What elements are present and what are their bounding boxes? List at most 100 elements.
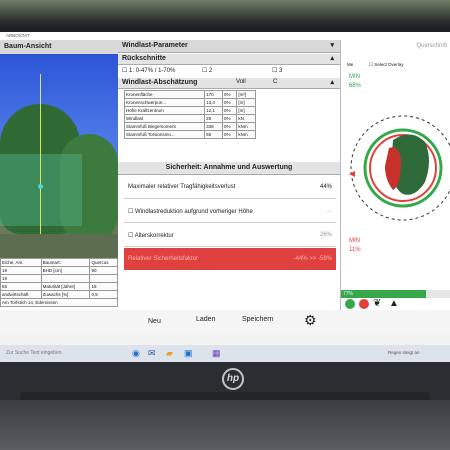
safety-result-bar: Relativer Sicherheitsfaktor -44% >> -58% — [124, 248, 336, 270]
option-label: 2 — [209, 68, 213, 74]
tree-view-panel: Baum-Ansicht Eiche, Am. Baumart: Quercus… — [0, 40, 119, 310]
mail-icon[interactable]: ✉ — [148, 348, 156, 359]
param-value[interactable]: 28 — [204, 114, 223, 123]
param-unit: kNm — [236, 122, 256, 131]
details-cell: andwirtschaft — [0, 290, 42, 299]
action-bar: Neu Laden Speichern ⚙ — [118, 310, 340, 332]
cross-section-panel: Querschnitt Me ☐ Select Overlay MIN 68% … — [340, 40, 450, 310]
direction-arrow-icon — [349, 171, 355, 177]
windows-taskbar: Zur Suche Text eingeben ◉ ✉ ▰ ▣ ▦ Regen … — [0, 345, 450, 362]
edge-icon[interactable]: ◉ — [132, 348, 140, 359]
collapse-icon[interactable]: ▴ — [330, 54, 334, 62]
details-cell: 65 — [0, 282, 42, 291]
abschaetzung-header[interactable]: Windlast-Abschätzung Voll C ▴ — [118, 78, 340, 89]
status-good-icon[interactable] — [345, 299, 355, 309]
overlay-select-label: Select Overlay — [374, 62, 404, 67]
windload-reduction-label: Windlastreduktion aufgrund vorheriger Hö… — [135, 209, 253, 215]
details-cell: Eiche, Am. — [0, 258, 42, 267]
param-name: Kronenfläche — [123, 90, 206, 99]
sicherheit-header: Sicherheit: Annahme und Auswertung — [118, 162, 340, 175]
app-icon[interactable]: ▣ — [184, 348, 193, 359]
windlast-parameter-header[interactable]: Windlast-Parameter ▾ — [118, 40, 340, 53]
column-voll: Voll — [236, 79, 246, 85]
param-percent: 0% — [221, 130, 238, 139]
status-bad-icon[interactable] — [359, 299, 369, 309]
option-label: 1: 0-47% / 1-70% — [129, 68, 176, 74]
ground-area — [0, 234, 118, 258]
min-bottom-label: MIN — [349, 238, 360, 244]
windlast-parameter-title: Windlast-Parameter — [122, 42, 188, 49]
tree-icon[interactable]: ▲ — [389, 298, 399, 309]
safety-result-value: -44% >> -58% — [293, 256, 332, 262]
details-cell: Baumart: — [40, 258, 91, 267]
rueckschnitt-option-3[interactable]: ☐ 3 — [272, 67, 282, 74]
rueckschnitt-option-1[interactable]: ☐ 1: 0-47% / 1-70% — [122, 67, 175, 74]
leaf-icon[interactable]: ❦ — [373, 298, 381, 309]
age-correction-row: ☐ Alterskorrektur 26% — [124, 224, 336, 247]
param-name: Höhe Kraftzentrum — [123, 106, 206, 115]
app-screen: ARBOSTAT Baum-Ansicht Eiche, Am. Baumart… — [0, 32, 450, 362]
progress-bar: 77% — [341, 290, 450, 298]
sicherheit-title: Sicherheit: Annahme und Auswertung — [165, 164, 293, 171]
rueckschnitte-header[interactable]: Rückschnitte ▴ — [118, 54, 340, 65]
param-unit: kNm — [236, 130, 256, 139]
trunk-axis-line — [40, 74, 41, 258]
laptop-keyboard-deck — [0, 400, 450, 450]
min-bottom-value: 11% — [349, 247, 361, 253]
param-unit: [m²] — [236, 90, 256, 99]
param-value[interactable]: 12,1 — [204, 106, 223, 115]
param-value[interactable]: 338 — [204, 122, 223, 131]
max-loss-row: Maximaler relativer Tragfähigkeitsverlus… — [124, 176, 336, 199]
settings-gear-icon[interactable]: ⚙ — [304, 312, 317, 329]
tree-photo[interactable] — [0, 54, 118, 258]
rueckschnitt-option-2[interactable]: ☐ 2 — [202, 67, 212, 74]
min-top-label: MIN — [349, 74, 360, 80]
tree-view-title: Baum-Ansicht — [4, 43, 52, 50]
overlay-select[interactable]: ☐ Select Overlay — [369, 62, 404, 68]
details-cell: 19 — [0, 266, 42, 275]
progress-value: 77% — [343, 291, 354, 297]
save-button[interactable]: Speichern — [242, 316, 274, 323]
right-footer — [340, 310, 450, 332]
max-loss-label: Maximaler relativer Tragfähigkeitsverlus… — [128, 184, 236, 190]
param-name: Stammfuß Torsionsmo... — [123, 130, 206, 139]
table-row: andwirtschaft Zuwachs [%] 0,5 — [0, 290, 118, 299]
load-button[interactable]: Laden — [196, 316, 215, 323]
table-row: Am Torfstich 14, Edemissen — [0, 298, 118, 307]
window-titlebar: ARBOSTAT — [0, 32, 450, 40]
param-value[interactable]: 55 — [204, 130, 223, 139]
param-value[interactable]: 170 — [204, 90, 223, 99]
windload-reduction-checkbox[interactable]: ☐ Windlastreduktion aufgrund vorheriger … — [128, 208, 253, 215]
details-cell: BHD [cm] — [40, 266, 91, 275]
age-correction-checkbox[interactable]: ☐ Alterskorrektur — [128, 232, 174, 239]
details-cell: Zuwachs [%] — [40, 290, 91, 299]
folder-icon[interactable]: ▰ — [166, 348, 173, 359]
details-cell: Maturität [Jahre] — [40, 282, 91, 291]
details-cell: 19 — [0, 274, 42, 283]
table-row: Kronenfläche 170 0% [m²] — [123, 90, 256, 99]
table-row: Stammfuß Torsionsmo... 55 0% kNm — [123, 130, 256, 139]
progress-bar-fill — [341, 290, 426, 298]
taskbar-search-input[interactable]: Zur Suche Text eingeben — [6, 350, 62, 356]
details-cell: 0,5 — [89, 290, 118, 299]
taskbar-weather[interactable]: Regen steigt an — [388, 350, 420, 355]
table-row: Stammfuß Biegemoment 338 0% kNm — [123, 122, 256, 131]
option-me[interactable]: Me — [347, 62, 353, 67]
collapse-icon[interactable]: ▴ — [330, 78, 334, 86]
param-percent: 0% — [221, 122, 238, 131]
safety-result-label: Relativer Sicherheitsfaktor — [128, 256, 199, 262]
details-cell: 90 — [89, 266, 118, 275]
param-value[interactable]: 13,4 — [204, 98, 223, 107]
windload-table: Kronenfläche 170 0% [m²] Kronenschwerpun...… — [123, 90, 256, 139]
new-button[interactable]: Neu — [148, 318, 161, 325]
crown-center-marker[interactable] — [38, 184, 43, 189]
age-correction-value: 26% — [319, 232, 332, 238]
cross-section-diagram[interactable] — [341, 90, 450, 250]
collapse-icon[interactable]: ▾ — [330, 41, 334, 49]
table-row: Windlast 28 0% kN — [123, 114, 256, 123]
table-row: Eiche, Am. Baumart: Quercus — [0, 258, 118, 267]
app-active-icon[interactable]: ▦ — [212, 348, 221, 359]
param-name: Kronenschwerpun... — [123, 98, 206, 107]
details-cell — [40, 274, 91, 283]
tree-view-header: Baum-Ansicht — [0, 40, 118, 55]
